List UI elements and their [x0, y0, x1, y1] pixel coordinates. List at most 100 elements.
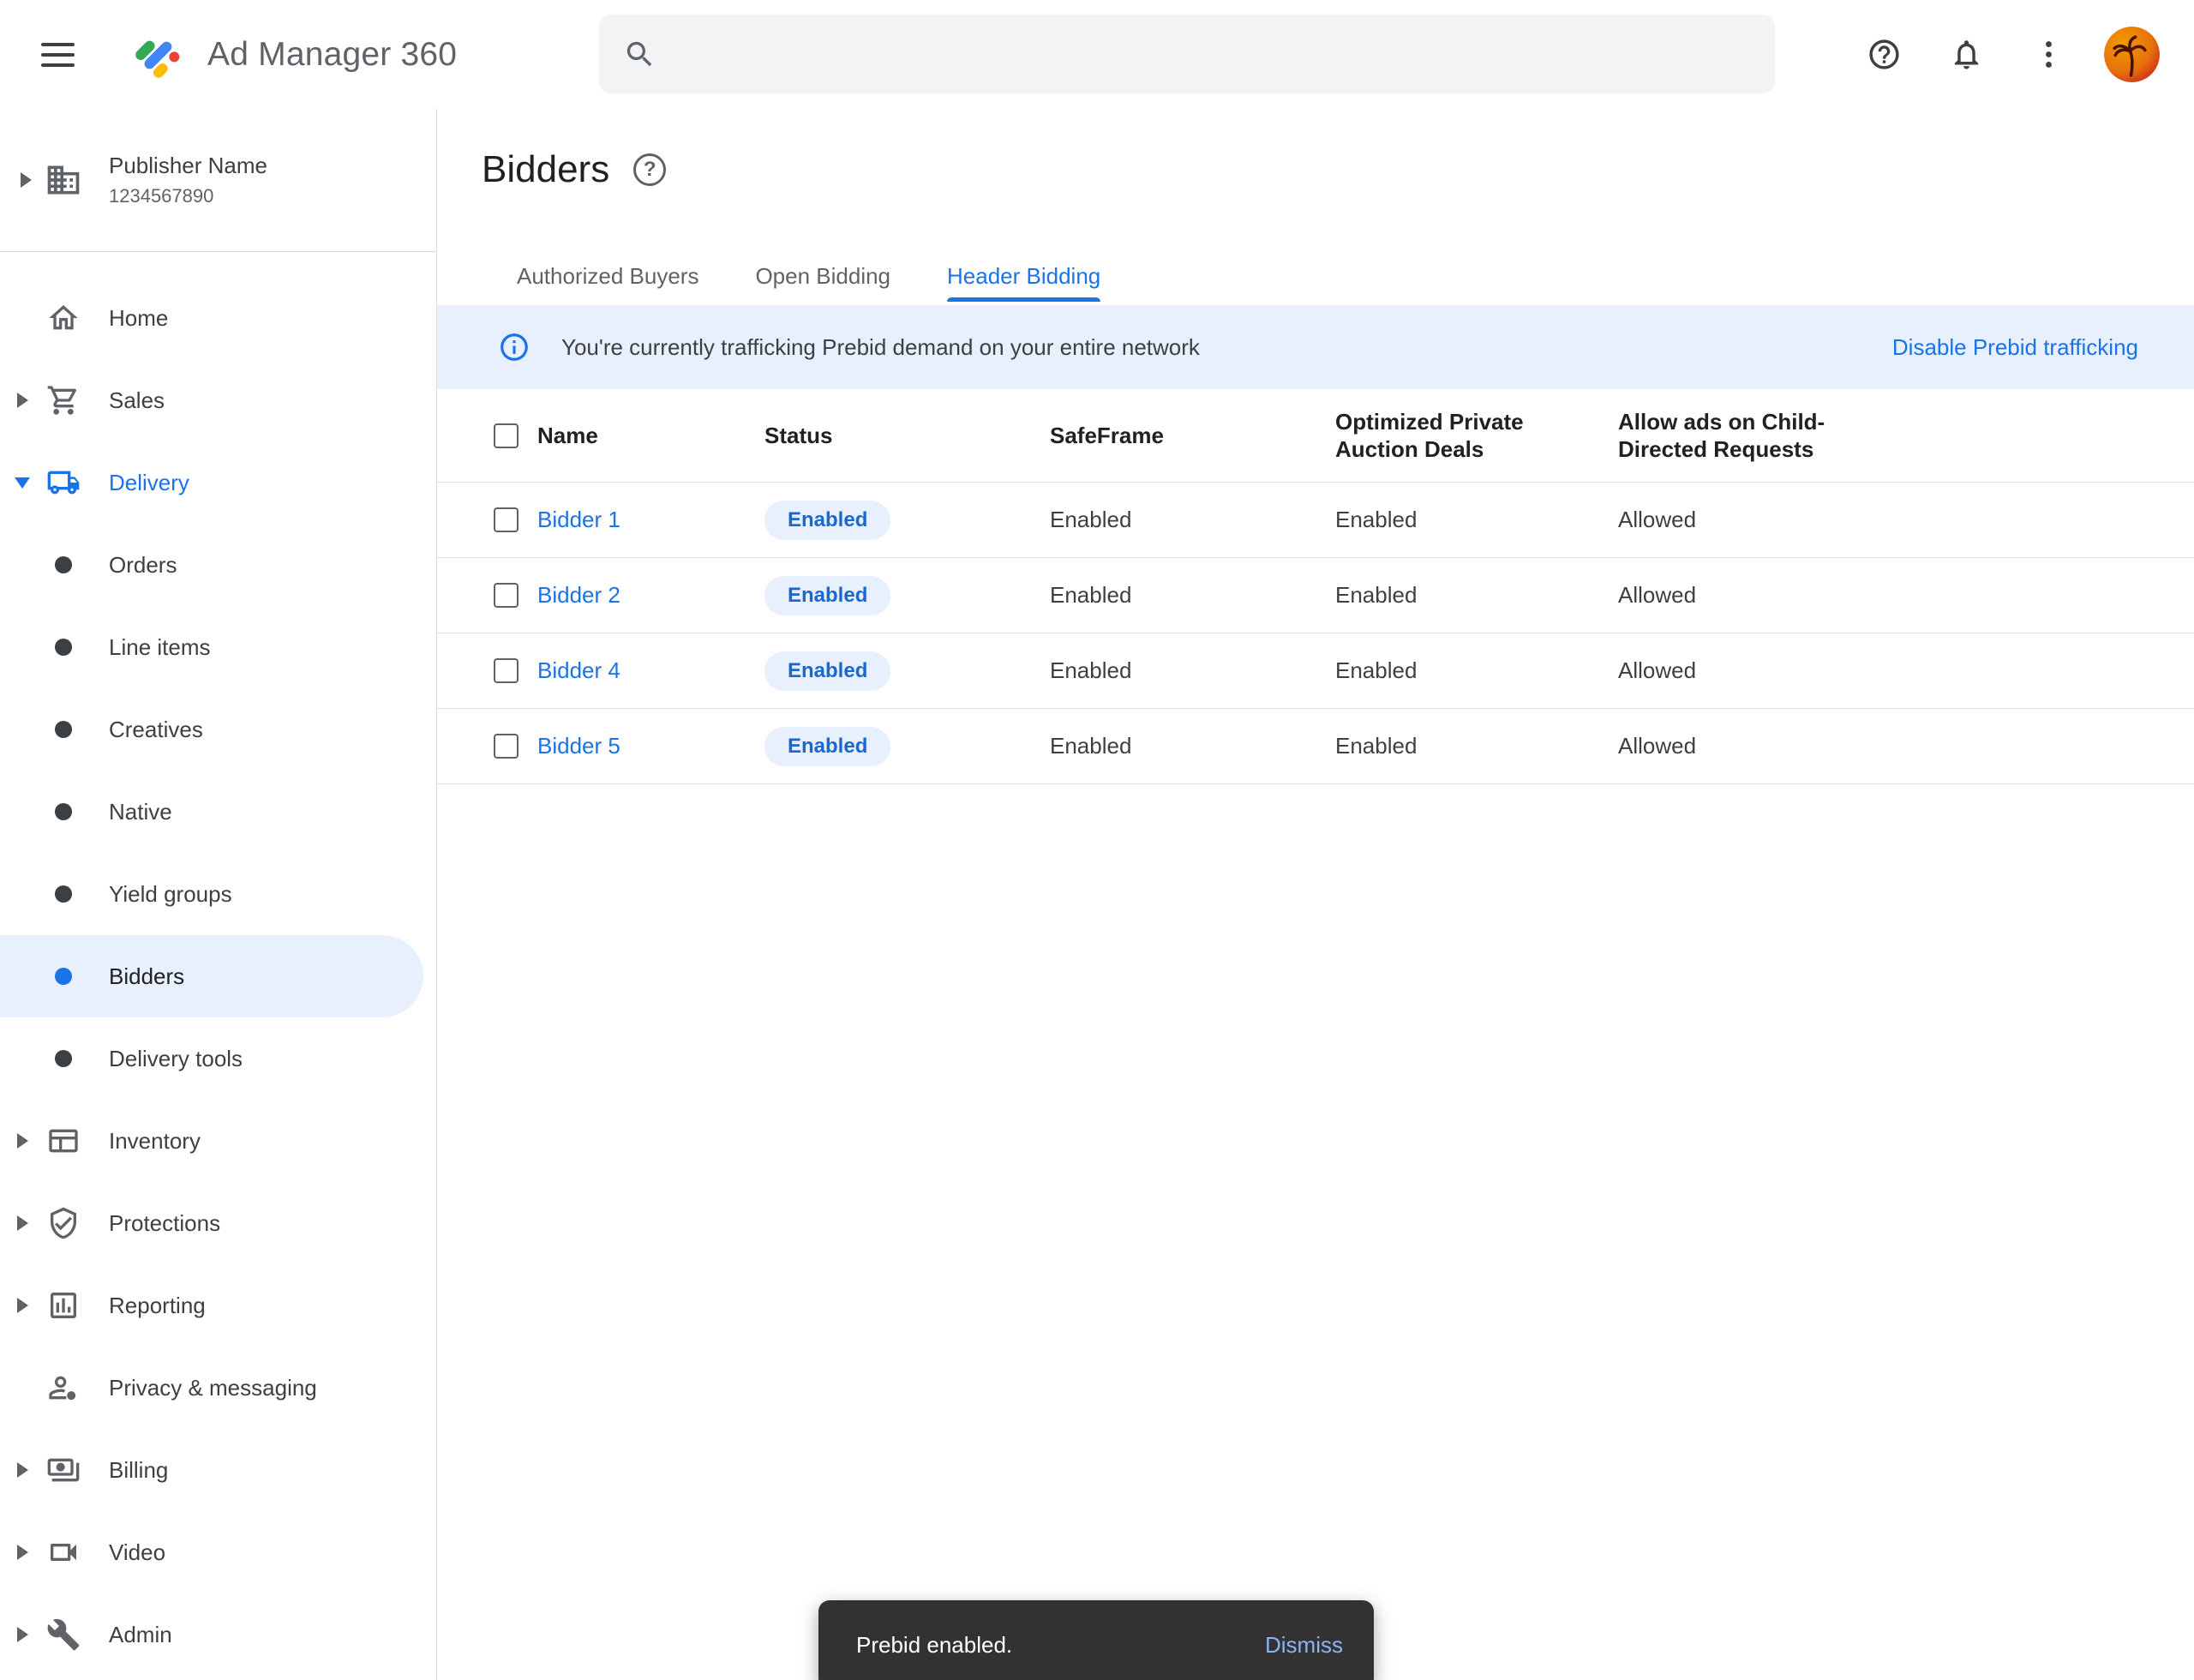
bullet-icon [45, 885, 82, 903]
sidebar-item-label: Reporting [109, 1293, 206, 1319]
child-directed-value: Allowed [1618, 733, 2160, 759]
snackbar-dismiss-button[interactable]: Dismiss [1265, 1632, 1343, 1659]
cart-icon [45, 383, 82, 417]
wrench-icon [45, 1617, 82, 1652]
private-auction-value: Enabled [1335, 507, 1618, 533]
column-header-safeframe: SafeFrame [1050, 422, 1335, 450]
video-camera-icon [45, 1535, 82, 1569]
sidebar-item-label: Protections [109, 1210, 220, 1237]
notifications-button[interactable] [1939, 27, 1993, 81]
bullet-icon [45, 968, 82, 985]
sidebar-item-video[interactable]: Video [0, 1511, 436, 1593]
sidebar-item-yield-groups[interactable]: Yield groups [0, 853, 436, 935]
child-directed-value: Allowed [1618, 657, 2160, 684]
payments-icon [45, 1453, 82, 1487]
tab-open-bidding[interactable]: Open Bidding [727, 250, 919, 302]
search-bar[interactable] [599, 15, 1775, 93]
row-checkbox[interactable] [494, 507, 519, 532]
info-icon [498, 331, 531, 363]
sidebar-item-label: Native [109, 799, 172, 825]
publisher-id: 1234567890 [109, 185, 267, 207]
sidebar-item-delivery[interactable]: Delivery [0, 441, 436, 524]
sidebar-item-sales[interactable]: Sales [0, 359, 436, 441]
row-checkbox[interactable] [494, 583, 519, 608]
sidebar-item-native[interactable]: Native [0, 771, 436, 853]
snackbar-message: Prebid enabled. [856, 1632, 1012, 1659]
child-directed-value: Allowed [1618, 507, 2160, 533]
bullet-icon [45, 639, 82, 656]
account-avatar[interactable] [2104, 27, 2160, 82]
row-checkbox[interactable] [494, 658, 519, 683]
table-row: Bidder 4 Enabled Enabled Enabled Allowed [437, 633, 2194, 709]
bullet-icon [45, 803, 82, 820]
private-auction-value: Enabled [1335, 657, 1618, 684]
expand-icon [17, 1545, 28, 1560]
sidebar-item-label: Creatives [109, 717, 203, 743]
page-title: Bidders [482, 148, 609, 191]
bidder-link[interactable]: Bidder 2 [537, 582, 620, 608]
sidebar-item-inventory[interactable]: Inventory [0, 1100, 436, 1182]
sidebar-item-bidders[interactable]: Bidders [0, 935, 423, 1017]
sidebar-item-billing[interactable]: Billing [0, 1429, 436, 1511]
bidder-link[interactable]: Bidder 1 [537, 507, 620, 532]
help-icon [1867, 37, 1902, 72]
sidebar-item-label: Orders [109, 552, 177, 579]
sidebar-item-reporting[interactable]: Reporting [0, 1264, 436, 1347]
sidebar-item-line-items[interactable]: Line items [0, 606, 436, 688]
page-help-icon[interactable]: ? [633, 153, 666, 186]
safeframe-value: Enabled [1050, 733, 1335, 759]
building-icon [45, 161, 82, 199]
sidebar-item-home[interactable]: Home [0, 277, 436, 359]
disable-prebid-link[interactable]: Disable Prebid trafficking [1892, 334, 2138, 361]
sidebar: Publisher Name 1234567890 Home Sales [0, 109, 437, 1680]
sidebar-item-privacy-messaging[interactable]: Privacy & messaging [0, 1347, 436, 1429]
more-vert-icon [2031, 37, 2066, 72]
sidebar-item-protections[interactable]: Protections [0, 1182, 436, 1264]
sidebar-item-label: Inventory [109, 1128, 201, 1155]
status-badge: Enabled [764, 576, 890, 615]
main-content: Bidders ? Authorized Buyers Open Bidding… [437, 109, 2194, 1680]
sidebar-item-label: Billing [109, 1457, 168, 1484]
bullet-icon [45, 556, 82, 573]
expand-icon [21, 172, 32, 188]
column-header-status: Status [764, 422, 1050, 450]
bullet-icon [45, 1050, 82, 1067]
help-button[interactable] [1857, 27, 1911, 81]
app-title: Ad Manager 360 [207, 36, 457, 74]
sidebar-item-delivery-tools[interactable]: Delivery tools [0, 1017, 436, 1100]
sidebar-nav: Home Sales Delivery Orders [0, 252, 436, 1676]
bell-icon [1949, 37, 1984, 72]
search-input[interactable] [674, 15, 1775, 93]
menu-icon[interactable] [41, 34, 82, 75]
tab-bar: Authorized Buyers Open Bidding Header Bi… [489, 250, 2194, 302]
bidder-link[interactable]: Bidder 5 [537, 733, 620, 759]
sidebar-item-label: Bidders [109, 963, 184, 990]
select-all-checkbox[interactable] [494, 423, 519, 448]
sidebar-item-label: Admin [109, 1622, 172, 1648]
safeframe-value: Enabled [1050, 657, 1335, 684]
banner-message: You're currently trafficking Prebid dema… [561, 334, 1200, 361]
column-header-private-auction: Optimized Private Auction Deals [1335, 408, 1558, 464]
collapse-icon [15, 477, 30, 489]
tab-header-bidding[interactable]: Header Bidding [919, 250, 1129, 302]
status-badge: Enabled [764, 651, 890, 691]
snackbar: Prebid enabled. Dismiss [818, 1600, 1374, 1680]
bidder-link[interactable]: Bidder 4 [537, 657, 620, 683]
sidebar-item-label: Yield groups [109, 881, 232, 908]
sidebar-item-label: Delivery tools [109, 1046, 243, 1072]
sidebar-item-label: Sales [109, 387, 165, 414]
sidebar-item-orders[interactable]: Orders [0, 524, 436, 606]
status-badge: Enabled [764, 501, 890, 540]
safeframe-value: Enabled [1050, 507, 1335, 533]
tab-authorized-buyers[interactable]: Authorized Buyers [489, 250, 727, 302]
row-checkbox[interactable] [494, 734, 519, 759]
more-options-button[interactable] [2022, 27, 2076, 81]
sidebar-item-label: Home [109, 305, 168, 332]
child-directed-value: Allowed [1618, 582, 2160, 609]
table-header-row: Name Status SafeFrame Optimized Private … [437, 389, 2194, 483]
publisher-switcher[interactable]: Publisher Name 1234567890 [0, 109, 436, 251]
sidebar-item-admin[interactable]: Admin [0, 1593, 436, 1676]
info-banner: You're currently trafficking Prebid dema… [437, 305, 2194, 389]
table-row: Bidder 2 Enabled Enabled Enabled Allowed [437, 558, 2194, 633]
sidebar-item-creatives[interactable]: Creatives [0, 688, 436, 771]
